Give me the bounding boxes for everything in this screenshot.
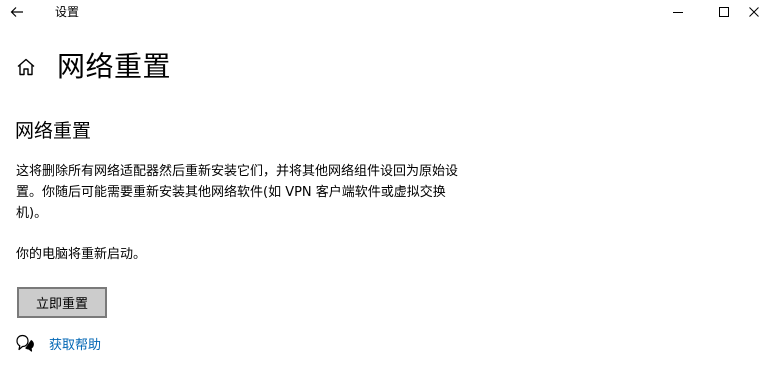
reset-now-button[interactable]: 立即重置 — [17, 287, 107, 318]
settings-window: 设置 网络重置 网络重置 这将删除所有网络适配器然后重新安装它们，并将其他网络组… — [0, 0, 777, 375]
get-help-row[interactable]: 获取帮助 — [15, 332, 101, 354]
page-title: 网络重置 — [57, 50, 172, 83]
description-text: 这将删除所有网络适配器然后重新安装它们，并将其他网络组件设回为原始设置。你随后可… — [16, 164, 459, 221]
maximize-icon — [719, 7, 729, 17]
back-button[interactable] — [2, 0, 32, 24]
help-chat-icon — [15, 333, 35, 353]
restart-note: 你的电脑将重新启动。 — [16, 247, 147, 262]
section-title: 网络重置 — [15, 120, 92, 142]
window-title: 设置 — [55, 5, 80, 19]
get-help-link[interactable]: 获取帮助 — [49, 334, 101, 353]
close-button[interactable] — [731, 0, 777, 24]
title-bar: 设置 — [0, 0, 777, 24]
close-icon — [749, 7, 759, 17]
minimize-button[interactable] — [655, 0, 701, 24]
home-icon[interactable] — [15, 56, 37, 78]
back-arrow-icon — [10, 7, 23, 17]
minimize-icon — [673, 12, 683, 13]
